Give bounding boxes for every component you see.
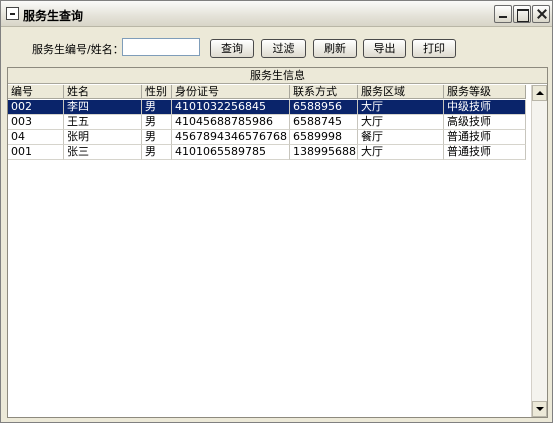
- scroll-up-arrow-icon[interactable]: [532, 85, 547, 101]
- column-header-area[interactable]: 服务区域: [358, 85, 444, 99]
- table-row[interactable]: 003 王五 男 41045688785986 6588745 大厅 高级技师: [8, 115, 531, 130]
- cell-contact: 6589998: [290, 130, 358, 145]
- cell-gender: 男: [142, 100, 172, 115]
- cell-contact: 13899568879: [290, 145, 358, 160]
- cell-name: 张明: [64, 130, 142, 145]
- title-bar[interactable]: 服务生查询: [1, 1, 552, 27]
- table-row[interactable]: 002 李四 男 4101032256845 6588956 大厅 中级技师: [8, 100, 531, 115]
- cell-level: 中级技师: [444, 100, 526, 115]
- cell-id-number: 4101065589785: [172, 145, 290, 160]
- cell-gender: 男: [142, 115, 172, 130]
- column-header-contact[interactable]: 联系方式: [290, 85, 358, 99]
- vertical-scrollbar[interactable]: [531, 85, 547, 417]
- table-row[interactable]: 04 张明 男 4567894346576768 6589998 餐厅 普通技师: [8, 130, 531, 145]
- column-header-id[interactable]: 编号: [8, 85, 64, 99]
- cell-gender: 男: [142, 145, 172, 160]
- scroll-down-arrow-icon[interactable]: [532, 401, 547, 417]
- minimize-icon[interactable]: [494, 5, 512, 23]
- cell-contact: 6588745: [290, 115, 358, 130]
- cell-id: 003: [8, 115, 64, 130]
- column-header-id-number[interactable]: 身份证号: [172, 85, 290, 99]
- table-row[interactable]: 001 张三 男 4101065589785 13899568879 大厅 普通…: [8, 145, 531, 160]
- staff-info-panel: 服务生信息 编号 姓名 性别 身份证号 联系方式 服务区域 服务等级 002 李…: [7, 67, 548, 418]
- search-label: 服务生编号/姓名：: [32, 43, 124, 56]
- cell-level: 高级技师: [444, 115, 526, 130]
- cell-name: 李四: [64, 100, 142, 115]
- query-button[interactable]: 查询: [210, 39, 254, 58]
- cell-contact: 6588956: [290, 100, 358, 115]
- close-icon[interactable]: [532, 5, 550, 23]
- column-header-level[interactable]: 服务等级: [444, 85, 526, 99]
- window-menu-icon[interactable]: [6, 7, 19, 20]
- panel-caption: 服务生信息: [8, 68, 547, 84]
- cell-name: 张三: [64, 145, 142, 160]
- print-button[interactable]: 打印: [412, 39, 456, 58]
- search-input[interactable]: [122, 38, 200, 56]
- column-header-gender[interactable]: 性别: [142, 85, 172, 99]
- cell-area: 餐厅: [358, 130, 444, 145]
- refresh-button[interactable]: 刷新: [313, 39, 357, 58]
- window-title: 服务生查询: [23, 9, 84, 23]
- table-header: 编号 姓名 性别 身份证号 联系方式 服务区域 服务等级: [8, 85, 531, 99]
- maximize-icon[interactable]: [513, 5, 531, 23]
- cell-area: 大厅: [358, 100, 444, 115]
- cell-id: 04: [8, 130, 64, 145]
- cell-id: 001: [8, 145, 64, 160]
- cell-id-number: 41045688785986: [172, 115, 290, 130]
- service-staff-query-window: 服务生查询 服务生编号/姓名： 查询 过滤 刷新 导出 打印 服务生信息 编号 …: [0, 0, 553, 423]
- cell-name: 王五: [64, 115, 142, 130]
- column-header-name[interactable]: 姓名: [64, 85, 142, 99]
- export-button[interactable]: 导出: [363, 39, 406, 58]
- cell-level: 普通技师: [444, 130, 526, 145]
- cell-gender: 男: [142, 130, 172, 145]
- cell-level: 普通技师: [444, 145, 526, 160]
- cell-id-number: 4101032256845: [172, 100, 290, 115]
- filter-button[interactable]: 过滤: [261, 39, 306, 58]
- cell-id-number: 4567894346576768: [172, 130, 290, 145]
- cell-id: 002: [8, 100, 64, 115]
- cell-area: 大厅: [358, 145, 444, 160]
- cell-area: 大厅: [358, 115, 444, 130]
